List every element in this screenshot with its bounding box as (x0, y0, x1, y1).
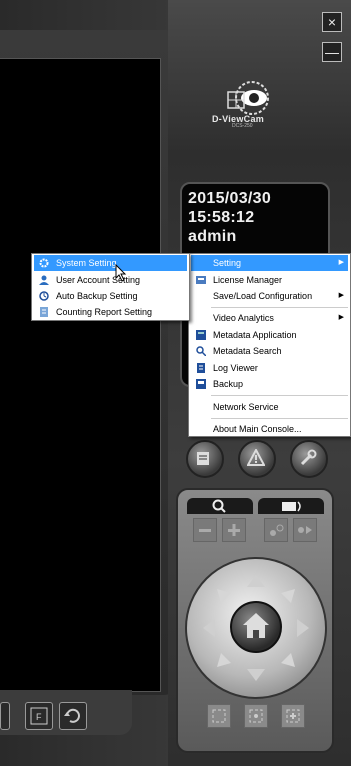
submenu-item-counting-report-setting[interactable]: Counting Report Setting (34, 304, 187, 320)
backup-icon (196, 379, 206, 389)
focus-tab[interactable] (258, 498, 324, 514)
config-button[interactable] (186, 440, 224, 478)
status-time: 15:58:12 (188, 209, 255, 226)
submenu-item-system-setting[interactable]: System Setting (34, 255, 187, 271)
menu-item-label: Log Viewer (213, 363, 258, 373)
fullscreen-button[interactable]: F (25, 702, 53, 730)
close-icon: × (327, 14, 337, 30)
zoom-out-button[interactable] (193, 518, 217, 542)
warning-icon (247, 449, 265, 466)
wrench-icon (300, 449, 317, 466)
menu-item-label: Network Service (213, 402, 279, 412)
metadata-search-icon (196, 346, 206, 356)
menu-item-label: Backup (213, 379, 244, 389)
focus-far-icon (298, 526, 312, 534)
menu-item-label: Save/Load Configuration (213, 291, 313, 301)
menu-item-save-load-configuration[interactable]: Save/Load Configuration ▶ (191, 288, 348, 304)
logo-model: DCS-250 (232, 123, 253, 129)
menu-item-about-main-console[interactable]: About Main Console... (191, 421, 348, 437)
menu-item-label: Video Analytics (213, 313, 274, 323)
zoom-tab[interactable] (187, 498, 253, 514)
submenu-item-label: User Account Setting (56, 275, 141, 285)
submenu-item-label: System Setting (56, 258, 117, 268)
menu-item-license-manager[interactable]: License Manager (191, 272, 348, 288)
minimize-icon: — (325, 44, 339, 60)
menu-item-label: Setting (213, 258, 242, 268)
menu-separator (211, 307, 348, 308)
log-viewer-icon (197, 363, 205, 373)
menu-item-label: License Manager (213, 275, 283, 285)
menu-item-label: About Main Console... (213, 424, 302, 434)
submenu-item-label: Auto Backup Setting (56, 291, 138, 301)
license-icon (196, 276, 206, 284)
auto-backup-icon (39, 291, 49, 301)
ptz-home-button[interactable] (230, 601, 282, 653)
toolbar-button-partial[interactable] (0, 702, 10, 730)
magnifier-icon (212, 499, 226, 513)
focus-near-button[interactable] (264, 518, 288, 542)
mouse-cursor-icon (115, 264, 127, 282)
camera-rotate-icon (282, 501, 301, 512)
zoom-in-button[interactable] (222, 518, 246, 542)
menu-item-video-analytics[interactable]: Video Analytics ▶ (191, 310, 348, 326)
focus-far-button[interactable] (293, 518, 317, 542)
ptz-preset-button-2[interactable] (244, 704, 268, 728)
close-button[interactable]: × (322, 12, 342, 32)
status-user: admin (188, 228, 237, 245)
video-display-area[interactable] (0, 58, 161, 692)
counting-report-icon (40, 307, 48, 317)
menu-item-label: Metadata Search (213, 346, 282, 356)
alert-button[interactable] (238, 440, 276, 478)
home-icon (243, 613, 269, 638)
refresh-button[interactable] (59, 702, 87, 730)
submenu-arrow-icon: ▶ (338, 292, 344, 299)
submenu-item-label: Counting Report Setting (56, 307, 153, 317)
svg-text:F: F (36, 712, 42, 722)
metadata-application-icon (196, 330, 206, 340)
fullscreen-icon: F (30, 707, 48, 725)
menu-item-setting[interactable]: Setting ▶ (191, 255, 348, 271)
config-icon (197, 452, 209, 465)
tools-button[interactable] (290, 440, 328, 478)
system-setting-icon (39, 258, 49, 268)
menu-item-log-viewer[interactable]: Log Viewer (191, 360, 348, 376)
menu-item-backup[interactable]: Backup (191, 376, 348, 392)
menu-separator (211, 418, 348, 419)
submenu-arrow-icon: ▶ (338, 259, 344, 266)
menu-separator (211, 395, 348, 396)
submenu-item-user-account-setting[interactable]: User Account Setting (34, 272, 187, 288)
submenu-arrow-icon: ▶ (338, 314, 344, 321)
plus-icon (228, 524, 240, 536)
minimize-button[interactable]: — (322, 42, 342, 62)
setting-submenu: System Setting User Account Setting Auto… (31, 253, 190, 321)
status-date: 2015/03/30 (188, 190, 272, 207)
add-frame-icon (286, 709, 300, 723)
target-icon (249, 709, 263, 723)
focus-near-icon (270, 524, 284, 536)
menu-item-metadata-search[interactable]: Metadata Search (191, 343, 348, 359)
minus-icon (199, 529, 211, 532)
submenu-item-auto-backup-setting[interactable]: Auto Backup Setting (34, 288, 187, 304)
menu-item-label: Metadata Application (213, 330, 297, 340)
menu-item-metadata-application[interactable]: Metadata Application (191, 327, 348, 343)
ptz-preset-button-1[interactable] (207, 704, 231, 728)
ptz-preset-button-3[interactable] (281, 704, 305, 728)
frame-icon (212, 709, 226, 723)
menu-item-network-service[interactable]: Network Service (191, 399, 348, 415)
user-account-icon (39, 275, 49, 285)
main-context-menu: Setting ▶ License Manager Save/Load Confi… (188, 253, 351, 437)
refresh-icon (64, 708, 80, 723)
